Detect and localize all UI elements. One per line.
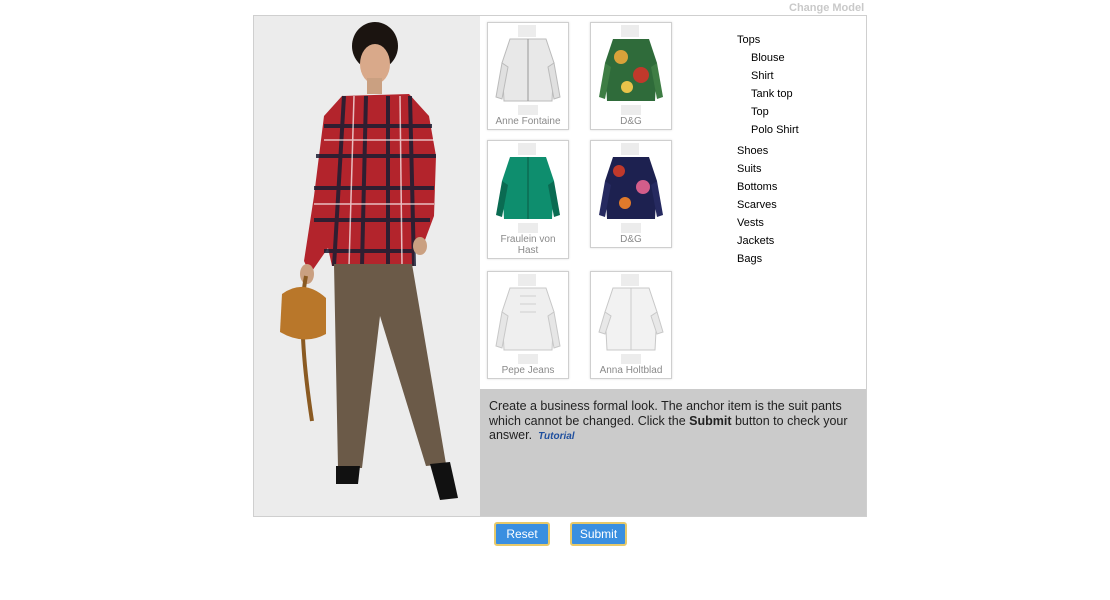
category-panel: Tops Blouse Shirt Tank top Top Polo Shir… — [705, 16, 866, 389]
item-card[interactable]: D&G — [590, 140, 672, 248]
blouse-thumbnail — [495, 274, 561, 364]
item-card[interactable]: Pepe Jeans — [487, 271, 569, 379]
category-jackets[interactable]: Jackets — [737, 232, 799, 250]
item-label: Pepe Jeans — [501, 365, 555, 376]
blouse-thumbnail — [496, 143, 560, 233]
shirt-thumbnail — [599, 143, 663, 233]
category-shoes[interactable]: Shoes — [737, 142, 799, 160]
reset-button[interactable]: Reset — [494, 522, 550, 546]
category-bags[interactable]: Bags — [737, 250, 799, 268]
category-shirt[interactable]: Shirt — [737, 67, 799, 85]
category-vests[interactable]: Vests — [737, 214, 799, 232]
item-card[interactable]: D&G — [590, 22, 672, 130]
category-list: Tops Blouse Shirt Tank top Top Polo Shir… — [737, 31, 799, 268]
category-tops[interactable]: Tops — [737, 31, 799, 49]
tutorial-link[interactable]: Tutorial — [538, 431, 574, 442]
item-label: Anna Holtblad — [599, 365, 663, 376]
category-blouse[interactable]: Blouse — [737, 49, 799, 67]
category-top[interactable]: Top — [737, 103, 799, 121]
shirt-thumbnail — [599, 25, 663, 115]
item-label: Anne Fontaine — [495, 116, 561, 127]
item-card[interactable]: Anne Fontaine — [487, 22, 569, 130]
item-card[interactable]: Fraulein von Hast — [487, 140, 569, 259]
instruction-bold-submit: Submit — [689, 413, 732, 428]
model-figure — [280, 22, 458, 500]
item-label: Fraulein von Hast — [500, 234, 556, 256]
category-tank-top[interactable]: Tank top — [737, 85, 799, 103]
item-label: D&G — [620, 116, 642, 127]
instruction-panel: Create a business formal look. The ancho… — [480, 389, 866, 516]
dressing-room-frame: Anne Fontaine D&G Fraulein von Hast D&G … — [253, 15, 867, 517]
shirt-thumbnail — [495, 25, 561, 115]
item-card[interactable]: Anna Holtblad — [590, 271, 672, 379]
blouse-thumbnail — [598, 274, 664, 364]
category-suits[interactable]: Suits — [737, 160, 799, 178]
instruction-text: Create a business formal look. The ancho… — [489, 399, 859, 445]
category-bottoms[interactable]: Bottoms — [737, 178, 799, 196]
category-scarves[interactable]: Scarves — [737, 196, 799, 214]
submit-button[interactable]: Submit — [570, 522, 627, 546]
change-model-link[interactable]: Change Model — [789, 2, 864, 14]
model-panel — [254, 16, 480, 516]
item-label: D&G — [620, 234, 642, 245]
items-panel: Anne Fontaine D&G Fraulein von Hast D&G … — [480, 16, 705, 389]
category-polo-shirt[interactable]: Polo Shirt — [737, 121, 799, 139]
